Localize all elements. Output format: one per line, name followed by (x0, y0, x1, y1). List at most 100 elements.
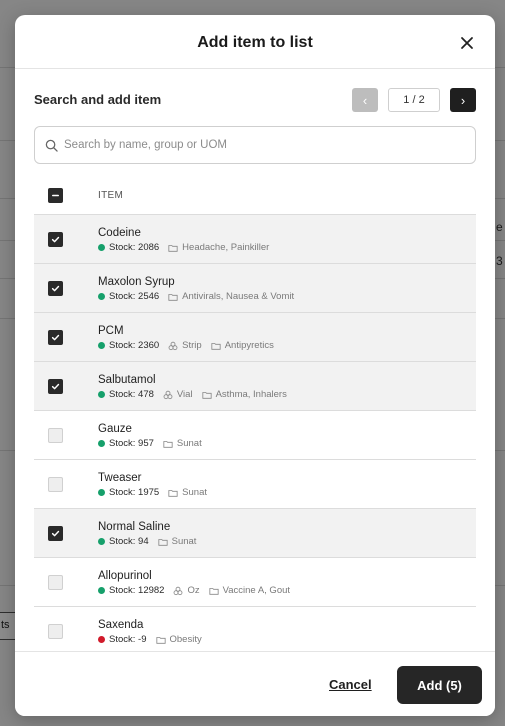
folder-icon (158, 538, 168, 546)
minus-icon (51, 194, 60, 197)
item-groups: Antipyretics (224, 340, 274, 351)
folder-icon (209, 587, 219, 595)
item-stock: Stock: -9 (109, 634, 147, 645)
item-meta: Stock: 478 Vial Asthma, Inhalers (98, 389, 296, 400)
item-meta: Stock: 2086 Headache, Painkiller (98, 242, 278, 253)
item-groups: Sunat (182, 487, 207, 498)
item-name: Maxolon Syrup (98, 276, 175, 288)
item-name: Allopurinol (98, 570, 152, 582)
folder-icon (211, 342, 221, 350)
search-icon (45, 139, 58, 152)
item-name: Salbutamol (98, 374, 156, 386)
folder-icon (168, 489, 178, 497)
select-all-checkbox[interactable] (48, 188, 63, 203)
table-header: ITEM (34, 175, 476, 215)
item-groups: Headache, Painkiller (182, 242, 270, 253)
item-checkbox[interactable] (48, 281, 63, 296)
add-item-modal: Add item to list Search and add item ‹ 1… (15, 15, 495, 716)
add-button[interactable]: Add (5) (397, 666, 482, 704)
item-groups: Sunat (171, 536, 197, 547)
stock-status-dot (98, 440, 105, 447)
check-icon (51, 285, 60, 292)
check-icon (51, 334, 60, 341)
package-icon (174, 586, 183, 595)
table-row[interactable]: Normal Saline Stock: 94 Sunat (34, 509, 476, 558)
item-name: PCM (98, 325, 124, 337)
folder-icon (201, 391, 212, 399)
item-name: Normal Saline (98, 521, 171, 533)
item-checkbox[interactable] (48, 330, 63, 345)
item-stock: Stock: 478 (109, 389, 154, 400)
stock-status-dot (98, 636, 105, 643)
close-icon[interactable] (459, 35, 475, 51)
item-stock: Stock: 2086 (109, 242, 160, 253)
item-name: Codeine (98, 227, 141, 239)
search-input[interactable] (64, 128, 464, 162)
item-stock: Stock: 2360 (109, 340, 160, 351)
section-header: Search and add item ‹ 1 / 2 › (34, 88, 476, 112)
table-row[interactable]: Maxolon Syrup Stock: 2546 Antivirals, Naus… (34, 264, 476, 313)
check-icon (51, 236, 60, 243)
table-row[interactable]: Tweaser Stock: 1975 Sunat (34, 460, 476, 509)
prev-page-button[interactable]: ‹ (352, 88, 378, 112)
item-checkbox[interactable] (48, 428, 63, 443)
item-checkbox[interactable] (48, 624, 63, 639)
table-row[interactable]: Saxenda Stock: -9 Obesity (34, 607, 476, 656)
item-groups: Obesity (169, 634, 202, 645)
item-meta: Stock: 2546 Antivirals, Nausea & Vomit (98, 291, 303, 302)
item-meta: Stock: 2360 Strip Antipyretics (98, 340, 283, 351)
item-groups: Antivirals, Nausea & Vomit (182, 291, 295, 302)
stock-status-dot (98, 538, 105, 545)
item-checkbox[interactable] (48, 575, 63, 590)
modal-title: Add item to list (197, 34, 313, 51)
table-row[interactable]: Codeine Stock: 2086 Headache, Painkiller (34, 215, 476, 264)
page-indicator: 1 / 2 (388, 88, 440, 112)
item-list: Codeine Stock: 2086 Headache, Painkiller Ma… (34, 215, 476, 656)
table-row[interactable]: PCM Stock: 2360 Strip Antipyretics (34, 313, 476, 362)
cancel-button[interactable]: Cancel (329, 677, 372, 692)
package-icon (163, 390, 173, 399)
item-meta: Stock: 1975 Sunat (98, 487, 216, 498)
item-checkbox[interactable] (48, 477, 63, 492)
table-row[interactable]: Salbutamol Stock: 478 Vial Asthma, Inhalers (34, 362, 476, 411)
item-groups: Vaccine A, Gout (222, 585, 291, 596)
next-page-button[interactable]: › (450, 88, 476, 112)
section-title: Search and add item (34, 92, 162, 107)
item-stock: Stock: 12982 (109, 585, 165, 596)
stock-status-dot (98, 489, 105, 496)
item-checkbox[interactable] (48, 379, 63, 394)
item-groups: Sunat (176, 438, 202, 449)
item-name: Saxenda (98, 619, 144, 631)
item-uom: Oz (187, 585, 200, 596)
folder-icon (155, 636, 166, 644)
item-name: Gauze (98, 423, 132, 435)
folder-icon (168, 244, 178, 252)
stock-status-dot (98, 342, 105, 349)
item-checkbox[interactable] (48, 232, 63, 247)
item-groups: Asthma, Inhalers (215, 389, 287, 400)
stock-status-dot (98, 587, 105, 594)
stock-status-dot (98, 391, 105, 398)
item-uom: Strip (182, 340, 202, 351)
check-icon (51, 530, 60, 537)
table-row[interactable]: Allopurinol Stock: 12982 Oz Vaccine A, Gout (34, 558, 476, 607)
item-checkbox[interactable] (48, 526, 63, 541)
modal-header: Add item to list (15, 15, 495, 69)
item-meta: Stock: -9 Obesity (98, 634, 211, 645)
item-stock: Stock: 957 (109, 438, 154, 449)
item-meta: Stock: 957 Sunat (98, 438, 211, 449)
column-header-item: ITEM (98, 190, 124, 201)
item-stock: Stock: 1975 (109, 487, 160, 498)
search-box (34, 126, 476, 164)
item-meta: Stock: 94 Sunat (98, 536, 205, 547)
stock-status-dot (98, 293, 105, 300)
pagination: ‹ 1 / 2 › (352, 88, 476, 112)
table-row[interactable]: Gauze Stock: 957 Sunat (34, 411, 476, 460)
folder-icon (163, 440, 173, 448)
item-table: ITEM Codeine Stock: 2086 Headache, Painkil… (34, 175, 476, 656)
folder-icon (168, 293, 178, 301)
item-stock: Stock: 2546 (109, 291, 160, 302)
stock-status-dot (98, 244, 105, 251)
item-stock: Stock: 94 (109, 536, 149, 547)
check-icon (51, 383, 60, 390)
